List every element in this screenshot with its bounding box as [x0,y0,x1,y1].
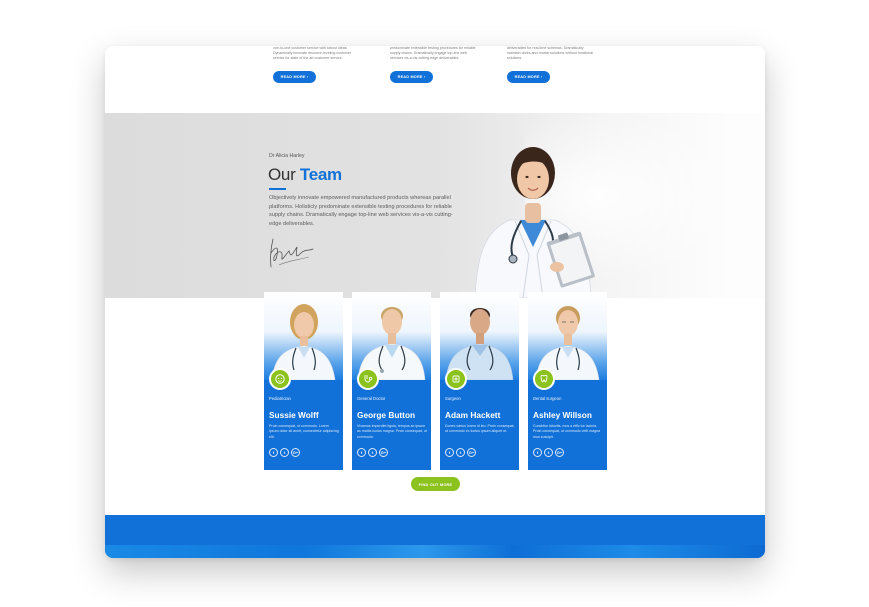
team-card[interactable]: Surgeon Adam Hackett Donec varius lorem … [440,292,519,470]
browser-frame: one-to-one customer service with robust … [105,46,765,558]
footer [105,515,765,558]
scalpel-icon [445,368,467,390]
google-plus-icon[interactable]: G+ [379,448,388,457]
hero-title-accent: Team [299,165,342,184]
google-plus-icon[interactable]: G+ [555,448,564,457]
facebook-icon[interactable]: f [445,448,454,457]
service-text: deliverables for real-time schemas. Dram… [507,46,594,60]
hero-title: Our Team [268,165,342,185]
baby-icon [269,368,291,390]
service-column: predominate extensible testing procedure… [390,46,480,83]
doctor-role: Pediatrician [269,396,291,401]
social-links: f t G+ [533,448,564,457]
facebook-icon[interactable]: f [269,448,278,457]
twitter-icon[interactable]: t [456,448,465,457]
hero-title-plain: Our [268,165,300,184]
read-more-button[interactable]: READ MORE › [273,71,316,83]
facebook-icon[interactable]: f [533,448,542,457]
twitter-icon[interactable]: t [544,448,553,457]
services-strip: one-to-one customer service with robust … [105,46,765,113]
doctor-photo [528,292,607,380]
doctor-portrait [474,147,595,298]
doctor-photo [352,292,431,380]
twitter-icon[interactable]: t [368,448,377,457]
stethoscope-icon [357,368,379,390]
social-links: f t G+ [357,448,388,457]
doctor-name: Ashley Willson [533,410,592,420]
doctor-name: George Button [357,410,416,420]
social-links: f t G+ [269,448,300,457]
facebook-icon[interactable]: f [357,448,366,457]
doctor-bio: Donec varius lorem id leo. Proin consequ… [445,424,515,434]
read-more-button[interactable]: READ MORE › [507,71,550,83]
hero-description: Objectively innovate empowered manufactu… [269,195,453,227]
google-plus-icon[interactable]: G+ [467,448,476,457]
doctor-role: Dental surgeon [533,396,562,401]
footer-wave-band [105,545,765,558]
doctor-photo [440,292,519,380]
tooth-icon [533,368,555,390]
team-hero: Dr Alicia Harley Our Team Objectively in… [105,113,765,298]
doctor-photo [264,292,343,380]
service-column: one-to-one customer service with robust … [273,46,363,83]
service-column: deliverables for real-time schemas. Dram… [507,46,597,83]
doctor-role: General Doctor [357,396,386,401]
find-out-more-button[interactable]: FIND OUT MORE [411,477,460,491]
team-card[interactable]: Pediatrician Sussie Wolff Proin consequa… [264,292,343,470]
doctor-bio: Curabitur lobortis, mus a effic tur laci… [533,424,601,439]
title-underline [269,188,286,190]
hero-eyebrow: Dr Alicia Harley [269,153,305,159]
doctor-role: Surgeon [445,396,461,401]
doctor-bio: Proin consequat, ut commodo. Lorem ipsum… [269,424,339,439]
read-more-button[interactable]: READ MORE › [390,71,433,83]
google-plus-icon[interactable]: G+ [291,448,300,457]
twitter-icon[interactable]: t [280,448,289,457]
social-links: f t G+ [445,448,476,457]
doctor-name: Adam Hackett [445,410,501,420]
signature-icon [270,238,314,268]
team-card[interactable]: Dental surgeon Ashley Willson Curabitur … [528,292,607,470]
doctor-bio: Vivamus imperdiet ligula, tempus ac ipsu… [357,424,427,439]
team-card[interactable]: General Doctor George Button Vivamus imp… [352,292,431,470]
doctor-name: Sussie Wolff [269,410,319,420]
service-text: predominate extensible testing procedure… [390,46,476,60]
service-text: one-to-one customer service with robust … [273,46,352,60]
